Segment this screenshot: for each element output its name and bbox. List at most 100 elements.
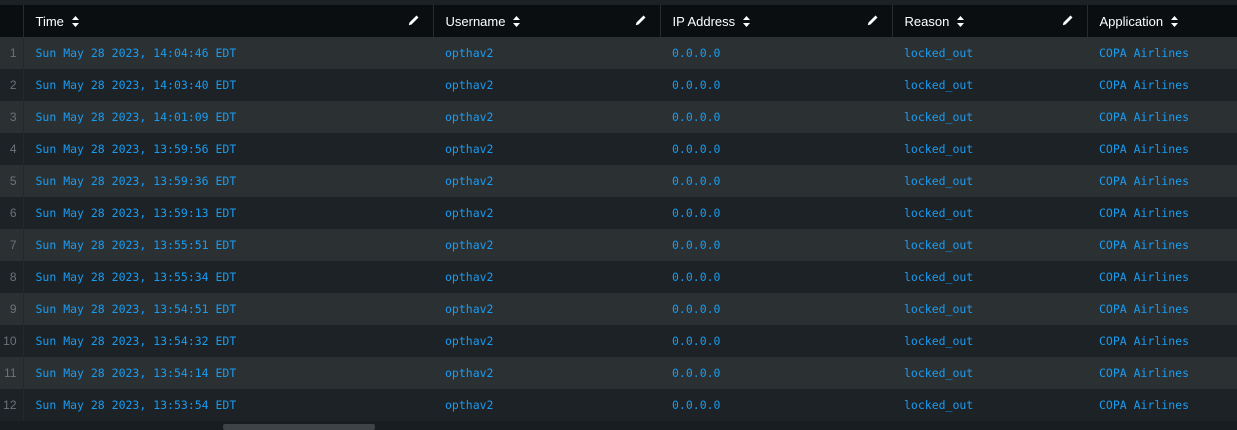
cell-time[interactable]: Sun May 28 2023, 14:03:40 EDT <box>23 69 433 101</box>
table-row: 7 Sun May 28 2023, 13:55:51 EDT opthav2 … <box>0 229 1237 261</box>
cell-application[interactable]: COPA Airlines <box>1087 357 1237 389</box>
cell-username[interactable]: opthav2 <box>433 37 660 69</box>
cell-reason[interactable]: locked_out <box>892 101 1087 133</box>
column-header-ip-address[interactable]: IP Address <box>659 5 892 37</box>
pencil-icon[interactable] <box>635 15 646 26</box>
cell-username[interactable]: opthav2 <box>433 261 660 293</box>
table-header-row: Time Username IP Address Reason Applicat… <box>0 5 1237 37</box>
row-number: 10 <box>0 325 24 357</box>
cell-time[interactable]: Sun May 28 2023, 13:59:56 EDT <box>23 133 433 165</box>
cell-reason[interactable]: locked_out <box>892 229 1087 261</box>
cell-application[interactable]: COPA Airlines <box>1087 165 1237 197</box>
cell-reason[interactable]: locked_out <box>892 37 1087 69</box>
cell-application[interactable]: COPA Airlines <box>1087 389 1237 421</box>
row-number: 5 <box>0 165 24 197</box>
row-number: 6 <box>0 197 24 229</box>
cell-time[interactable]: Sun May 28 2023, 13:53:54 EDT <box>23 389 433 421</box>
column-header-label: IP Address <box>672 13 736 29</box>
cell-time[interactable]: Sun May 28 2023, 13:54:51 EDT <box>23 293 433 325</box>
row-number: 11 <box>0 357 24 389</box>
cell-username[interactable]: opthav2 <box>433 133 660 165</box>
cell-username[interactable]: opthav2 <box>433 69 660 101</box>
cell-ip-address[interactable]: 0.0.0.0 <box>660 389 892 421</box>
cell-username[interactable]: opthav2 <box>433 325 660 357</box>
cell-reason[interactable]: locked_out <box>892 133 1087 165</box>
horizontal-scrollbar-track[interactable] <box>0 421 1237 430</box>
horizontal-scrollbar-thumb[interactable] <box>223 424 375 430</box>
sort-icon[interactable] <box>513 15 521 27</box>
cell-time[interactable]: Sun May 28 2023, 14:04:46 EDT <box>23 37 433 69</box>
sort-icon[interactable] <box>1170 15 1178 27</box>
results-table: Time Username IP Address Reason Applicat… <box>0 5 1237 421</box>
cell-username[interactable]: opthav2 <box>433 229 660 261</box>
table-row: 3 Sun May 28 2023, 14:01:09 EDT opthav2 … <box>0 101 1237 133</box>
cell-ip-address[interactable]: 0.0.0.0 <box>660 133 892 165</box>
cell-time[interactable]: Sun May 28 2023, 13:55:34 EDT <box>23 261 433 293</box>
cell-application[interactable]: COPA Airlines <box>1087 101 1237 133</box>
cell-ip-address[interactable]: 0.0.0.0 <box>660 229 892 261</box>
cell-application[interactable]: COPA Airlines <box>1087 229 1237 261</box>
cell-reason[interactable]: locked_out <box>892 165 1087 197</box>
cell-application[interactable]: COPA Airlines <box>1087 69 1237 101</box>
cell-application[interactable]: COPA Airlines <box>1087 261 1237 293</box>
row-number: 8 <box>0 261 24 293</box>
cell-reason[interactable]: locked_out <box>892 69 1087 101</box>
row-number: 2 <box>0 69 24 101</box>
cell-ip-address[interactable]: 0.0.0.0 <box>660 197 892 229</box>
cell-reason[interactable]: locked_out <box>892 325 1087 357</box>
cell-ip-address[interactable]: 0.0.0.0 <box>660 69 892 101</box>
cell-ip-address[interactable]: 0.0.0.0 <box>660 325 892 357</box>
table-row: 6 Sun May 28 2023, 13:59:13 EDT opthav2 … <box>0 197 1237 229</box>
table-row: 4 Sun May 28 2023, 13:59:56 EDT opthav2 … <box>0 133 1237 165</box>
sort-icon[interactable] <box>956 15 964 27</box>
cell-time[interactable]: Sun May 28 2023, 13:55:51 EDT <box>23 229 433 261</box>
cell-username[interactable]: opthav2 <box>433 293 660 325</box>
cell-time[interactable]: Sun May 28 2023, 13:54:14 EDT <box>23 357 433 389</box>
row-number-header <box>0 5 23 37</box>
table-row: 8 Sun May 28 2023, 13:55:34 EDT opthav2 … <box>0 261 1237 293</box>
cell-application[interactable]: COPA Airlines <box>1087 37 1237 69</box>
sort-icon[interactable] <box>742 15 750 27</box>
cell-username[interactable]: opthav2 <box>433 165 660 197</box>
row-number: 3 <box>0 101 24 133</box>
table-row: 11 Sun May 28 2023, 13:54:14 EDT opthav2… <box>0 357 1237 389</box>
cell-reason[interactable]: locked_out <box>892 357 1087 389</box>
column-header-application[interactable]: Application <box>1086 5 1237 37</box>
pencil-icon[interactable] <box>867 15 878 26</box>
cell-username[interactable]: opthav2 <box>433 101 660 133</box>
results-table-viewport: Time Username IP Address Reason Applicat… <box>0 0 1237 430</box>
cell-application[interactable]: COPA Airlines <box>1087 325 1237 357</box>
column-header-username[interactable]: Username <box>432 5 660 37</box>
pencil-icon[interactable] <box>1062 15 1073 26</box>
row-number: 4 <box>0 133 24 165</box>
row-number: 12 <box>0 389 24 421</box>
table-row: 5 Sun May 28 2023, 13:59:36 EDT opthav2 … <box>0 165 1237 197</box>
row-number: 7 <box>0 229 24 261</box>
table-row: 1 Sun May 28 2023, 14:04:46 EDT opthav2 … <box>0 37 1237 69</box>
cell-application[interactable]: COPA Airlines <box>1087 133 1237 165</box>
cell-username[interactable]: opthav2 <box>433 389 660 421</box>
column-header-time[interactable]: Time <box>22 5 433 37</box>
cell-time[interactable]: Sun May 28 2023, 13:59:36 EDT <box>23 165 433 197</box>
cell-ip-address[interactable]: 0.0.0.0 <box>660 261 892 293</box>
cell-username[interactable]: opthav2 <box>433 197 660 229</box>
cell-ip-address[interactable]: 0.0.0.0 <box>660 101 892 133</box>
cell-application[interactable]: COPA Airlines <box>1087 293 1237 325</box>
cell-reason[interactable]: locked_out <box>892 389 1087 421</box>
cell-reason[interactable]: locked_out <box>892 293 1087 325</box>
cell-reason[interactable]: locked_out <box>892 197 1087 229</box>
sort-icon[interactable] <box>71 15 79 27</box>
pencil-icon[interactable] <box>408 15 419 26</box>
cell-ip-address[interactable]: 0.0.0.0 <box>660 293 892 325</box>
cell-ip-address[interactable]: 0.0.0.0 <box>660 37 892 69</box>
column-header-reason[interactable]: Reason <box>891 5 1087 37</box>
cell-username[interactable]: opthav2 <box>433 357 660 389</box>
cell-time[interactable]: Sun May 28 2023, 13:59:13 EDT <box>23 197 433 229</box>
cell-application[interactable]: COPA Airlines <box>1087 197 1237 229</box>
cell-ip-address[interactable]: 0.0.0.0 <box>660 357 892 389</box>
cell-time[interactable]: Sun May 28 2023, 14:01:09 EDT <box>23 101 433 133</box>
table-row: 9 Sun May 28 2023, 13:54:51 EDT opthav2 … <box>0 293 1237 325</box>
cell-reason[interactable]: locked_out <box>892 261 1087 293</box>
cell-ip-address[interactable]: 0.0.0.0 <box>660 165 892 197</box>
cell-time[interactable]: Sun May 28 2023, 13:54:32 EDT <box>23 325 433 357</box>
